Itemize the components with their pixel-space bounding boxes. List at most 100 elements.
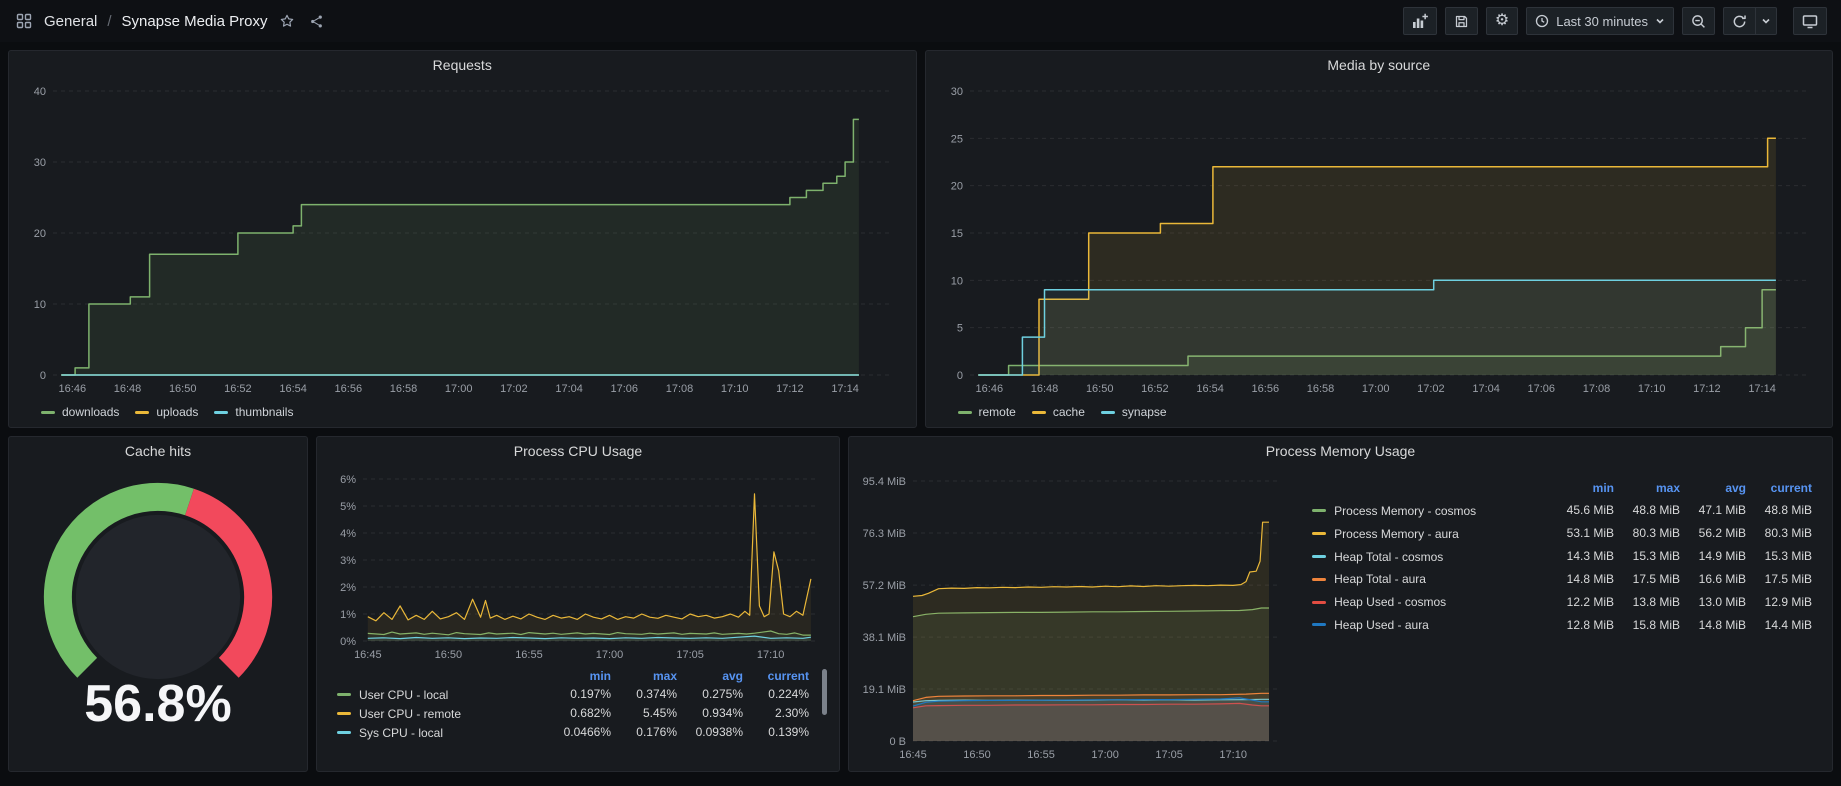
legend-label: cache [1053,405,1085,419]
star-icon[interactable] [277,11,297,31]
legend-series-name[interactable]: User CPU - local [359,688,448,702]
legend-value: 48.8 MiB [1622,499,1688,522]
zoom-out-button[interactable] [1682,7,1715,35]
save-icon [1454,14,1469,29]
legend-column-avg[interactable]: avg [1688,477,1754,499]
row-top: Requests 01020304016:4616:4816:5016:5216… [8,50,1833,428]
legend-column-min[interactable]: min [1556,477,1622,499]
legend-value: 13.8 MiB [1622,590,1688,613]
svg-text:30: 30 [950,86,962,98]
svg-text:15: 15 [950,228,962,240]
cpu-chart[interactable]: 0%1%2%3%4%5%6%16:4516:5016:5517:0017:051… [327,465,829,665]
row-bottom: Cache hits 56.8% Process CPU Usage 0%1%2… [8,436,1833,772]
legend-row-process-memory-aura: Process Memory - aura53.1 MiB80.3 MiB56.… [1304,522,1820,545]
legend-value: 48.8 MiB [1754,499,1820,522]
legend-column-avg[interactable]: avg [685,667,751,685]
svg-text:5: 5 [956,323,962,335]
refresh-interval-button[interactable] [1756,7,1777,35]
legend-series-name[interactable]: Sys CPU - local [359,725,443,739]
legend-column-min[interactable]: min [553,667,619,685]
legend-column-current[interactable]: current [751,667,817,685]
panel-title-media[interactable]: Media by source [926,51,1833,79]
panel-title-process-memory[interactable]: Process Memory Usage [849,437,1832,465]
cpu-legend: minmaxavgcurrentUser CPU - local0.197%0.… [327,665,829,765]
legend-series-name[interactable]: Process Memory - cosmos [1334,504,1476,518]
svg-text:16:50: 16:50 [963,749,991,761]
panel-media-by-source: Media by source 05101520253016:4616:4816… [925,50,1834,428]
legend-swatch [1312,601,1326,604]
legend-value: 0.139% [751,723,817,742]
svg-text:17:12: 17:12 [1693,383,1721,395]
svg-text:16:48: 16:48 [1030,383,1058,395]
legend-label: downloads [62,405,119,419]
legend-swatch [1032,411,1046,414]
legend-value: 53.1 MiB [1556,522,1622,545]
share-icon[interactable] [307,12,326,31]
legend-row-user-cpu-remote: User CPU - remote0.682%5.45%0.934%2.30% [329,704,817,723]
legend-series-name[interactable]: Heap Used - cosmos [1334,595,1446,609]
legend-value: 0.0938% [685,723,751,742]
media-chart[interactable]: 05101520253016:4616:4816:5016:5216:5416:… [936,79,1823,399]
svg-text:16:50: 16:50 [435,649,463,661]
svg-text:16:54: 16:54 [1196,383,1224,395]
legend-scrollbar[interactable] [822,669,827,715]
refresh-button[interactable] [1723,7,1756,35]
memory-chart[interactable]: 0 B19.1 MiB38.1 MiB57.2 MiB76.3 MiB95.4 … [855,469,1290,765]
legend-value: 45.6 MiB [1556,499,1622,522]
legend-column-max[interactable]: max [1622,477,1688,499]
legend-item-remote[interactable]: remote [958,405,1016,419]
requests-chart[interactable]: 01020304016:4616:4816:5016:5216:5416:561… [19,79,906,399]
legend-item-synapse[interactable]: synapse [1101,405,1167,419]
legend-item-thumbnails[interactable]: thumbnails [214,405,293,419]
panel-title-cache-hits[interactable]: Cache hits [9,437,307,465]
legend-swatch [41,411,55,414]
svg-text:25: 25 [950,133,962,145]
zoom-out-icon [1691,14,1706,29]
svg-text:17:10: 17:10 [1637,383,1665,395]
legend-series-name[interactable]: Process Memory - aura [1334,527,1459,541]
dashboard-settings-button[interactable]: ⚙ [1486,7,1518,35]
svg-text:10: 10 [34,299,46,311]
add-panel-button[interactable] [1403,7,1437,35]
legend-series-name[interactable]: Heap Used - aura [1334,618,1429,632]
legend-swatch [337,693,351,696]
legend-value: 0.0466% [553,723,619,742]
legend-item-downloads[interactable]: downloads [41,405,119,419]
legend-series-name[interactable]: Heap Total - cosmos [1334,549,1443,563]
dashboard-title[interactable]: Synapse Media Proxy [122,13,268,30]
svg-text:16:48: 16:48 [114,383,142,395]
panel-title-requests[interactable]: Requests [9,51,916,79]
svg-text:17:14: 17:14 [1748,383,1776,395]
media-panel-body: 05101520253016:4616:4816:5016:5216:5416:… [926,79,1833,427]
legend-value: 17.5 MiB [1622,567,1688,590]
legend-column-max[interactable]: max [619,667,685,685]
time-range-picker[interactable]: Last 30 minutes [1526,7,1674,35]
breadcrumb-separator: / [107,13,111,30]
panel-process-cpu: Process CPU Usage 0%1%2%3%4%5%6%16:4516:… [316,436,840,772]
refresh-button-group [1723,7,1777,35]
legend-swatch [135,411,149,414]
legend-series-name[interactable]: User CPU - remote [359,707,461,721]
svg-text:17:06: 17:06 [611,383,639,395]
legend-item-uploads[interactable]: uploads [135,405,198,419]
svg-text:17:05: 17:05 [676,649,704,661]
breadcrumb-folder[interactable]: General [44,13,97,30]
legend-swatch [337,712,351,715]
legend-value: 12.8 MiB [1556,613,1622,636]
svg-text:30: 30 [34,157,46,169]
svg-text:16:54: 16:54 [279,383,307,395]
legend-series-name[interactable]: Heap Total - aura [1334,572,1426,586]
grid-icon[interactable] [14,11,34,31]
dashboard-grid: Requests 01020304016:4616:4816:5016:5216… [0,42,1841,780]
cycle-view-button[interactable] [1793,7,1827,35]
save-dashboard-button[interactable] [1445,7,1478,35]
panel-title-process-cpu[interactable]: Process CPU Usage [317,437,839,465]
svg-text:1%: 1% [340,609,356,621]
legend-row-process-memory-cosmos: Process Memory - cosmos45.6 MiB48.8 MiB4… [1304,499,1820,522]
gear-icon: ⚙ [1495,13,1509,29]
legend-value: 0.374% [619,685,685,704]
legend-column-current[interactable]: current [1754,477,1820,499]
legend-swatch [1312,555,1326,558]
legend-swatch [214,411,228,414]
legend-item-cache[interactable]: cache [1032,405,1085,419]
